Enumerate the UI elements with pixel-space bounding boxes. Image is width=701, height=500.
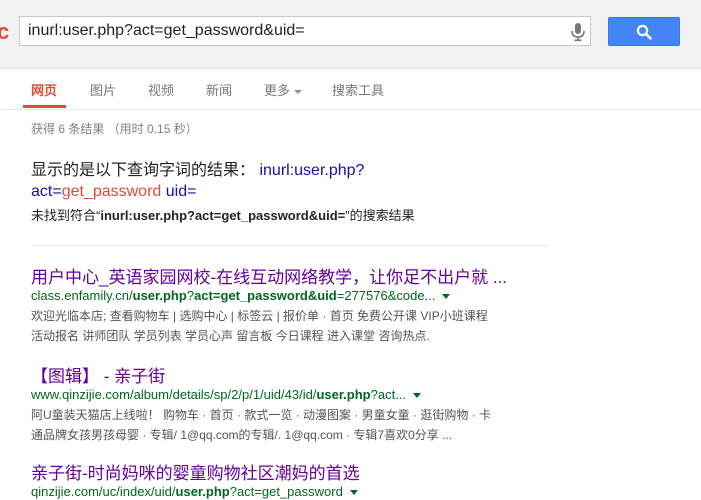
result-snippet: 欢迎光临本店; 查看购物车 | 选购中心 | 标签云 | 报价单 · 首页 免费…	[31, 306, 551, 346]
url-prefix: class.enfamily.cn/	[31, 288, 133, 303]
snippet-line: 活动报名 讲师团队 学员列表 学员心声 留言板 今日课程 进入课堂 咨询热点.	[31, 329, 430, 343]
search-result: 用户中心_英语家园网校-在线互动网络教学，让你足不出户就 ... class.e…	[31, 267, 551, 346]
result-title[interactable]: 用户中心_英语家园网校-在线互动网络教学，让你足不出户就 ...	[31, 267, 551, 288]
search-result: 亲子街-时尚妈咪的婴童购物社区潮妈的首选 qinzijie.com/uc/ind…	[31, 463, 551, 500]
url-bold-2: act=get_password&uid	[194, 288, 337, 303]
notice-query-part1[interactable]: inurl:user.php?	[259, 162, 364, 179]
url-bold: user.php	[175, 484, 230, 499]
search-icon	[636, 24, 652, 40]
url-prefix: www.qinzijie.com/album/details/sp/2/p/1/…	[31, 387, 317, 402]
not-found-query: inurl:user.php?act=get_password&uid=	[100, 208, 346, 223]
active-tab-indicator	[23, 105, 66, 108]
url-suffix: ?act...	[370, 387, 407, 402]
url-middle: ?	[186, 288, 195, 303]
notice-query-part4[interactable]: uid=	[166, 183, 197, 200]
url-menu-caret-icon[interactable]	[413, 393, 422, 399]
url-bold: user.php	[316, 387, 371, 402]
url-menu-caret-icon[interactable]	[349, 490, 358, 496]
search-tabs: 网页 图片 视频 新闻 更多 搜索工具	[0, 68, 701, 110]
not-found-suffix: ”的搜索结果	[345, 208, 415, 223]
tab-search-tools[interactable]: 搜索工具	[332, 80, 384, 99]
url-bold: user.php	[132, 288, 187, 303]
search-input[interactable]	[28, 21, 548, 41]
tab-more[interactable]: 更多	[264, 80, 303, 99]
result-title[interactable]: 亲子街-时尚妈咪的婴童购物社区潮妈的首选	[31, 463, 551, 484]
tab-web[interactable]: 网页	[31, 80, 57, 99]
search-button[interactable]	[608, 17, 680, 46]
tab-news[interactable]: 新闻	[206, 80, 232, 99]
logo-fragment[interactable]: c	[0, 19, 9, 45]
snippet-line: 欢迎光临本店; 查看购物车 | 选购中心 | 标签云 | 报价单 · 首页 免费…	[31, 309, 488, 323]
tab-more-label: 更多	[264, 83, 291, 98]
divider	[31, 245, 549, 246]
query-notice: 显示的是以下查询字词的结果： inurl:user.php? act=get_p…	[31, 160, 491, 202]
result-stats: 获得 6 条结果 （用时 0.15 秒）	[31, 122, 198, 136]
notice-query-part3[interactable]: get_password	[62, 183, 162, 200]
result-url: qinzijie.com/uc/index/uid/user.php?act=g…	[31, 484, 551, 500]
result-title[interactable]: 【图辑】 - 亲子街	[31, 366, 551, 387]
url-suffix: ?act=get_password	[229, 484, 343, 499]
search-result: 【图辑】 - 亲子街 www.qinzijie.com/album/detail…	[31, 366, 551, 445]
chevron-down-icon	[294, 89, 303, 94]
tab-videos[interactable]: 视频	[148, 80, 174, 99]
url-suffix: =277576&code...	[336, 288, 436, 303]
notice-prefix: 显示的是以下查询字词的结果：	[31, 162, 256, 179]
snippet-line: 阿U童装天猫店上线啦！ 购物车 · 首页 · 款式一览 · 动漫图案 · 男童女…	[31, 408, 491, 422]
snippet-line: 通品牌女孩男孩母婴 · 专辑/ 1@qq.com的专辑/. 1@qq.com ·…	[31, 428, 453, 442]
not-found-prefix: 未找到符合“	[31, 208, 101, 223]
search-header: c	[0, 0, 701, 69]
result-snippet: 阿U童装天猫店上线啦！ 购物车 · 首页 · 款式一览 · 动漫图案 · 男童女…	[31, 405, 551, 445]
search-box[interactable]	[19, 16, 591, 46]
url-prefix: qinzijie.com/uc/index/uid/	[31, 484, 176, 499]
url-menu-caret-icon[interactable]	[442, 294, 451, 300]
result-url: class.enfamily.cn/user.php?act=get_passw…	[31, 288, 551, 304]
tab-images[interactable]: 图片	[90, 80, 116, 99]
not-found-notice: 未找到符合“inurl:user.php?act=get_password&ui…	[31, 205, 415, 224]
microphone-icon[interactable]	[569, 22, 587, 42]
notice-query-part2[interactable]: act=	[31, 183, 62, 200]
result-url: www.qinzijie.com/album/details/sp/2/p/1/…	[31, 387, 551, 403]
